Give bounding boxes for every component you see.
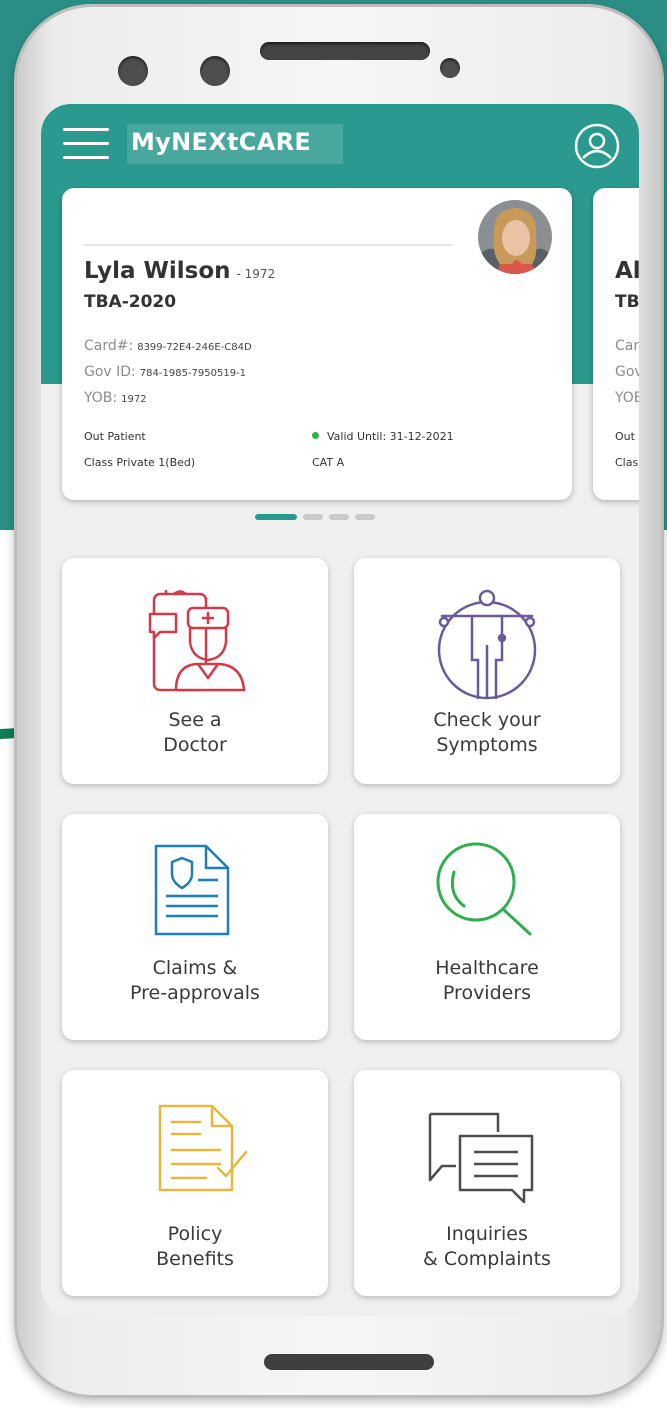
camera-lens — [118, 56, 148, 86]
patient-type: Out Patient — [84, 430, 146, 443]
inquiries-complaints-label: Inquiries & Complaints — [423, 1223, 551, 1270]
inquiries-complaints-tile[interactable]: Inquiries & Complaints — [354, 1070, 620, 1296]
pager-dot[interactable] — [303, 514, 323, 520]
check-symptoms-tile[interactable]: Check your Symptoms — [354, 558, 620, 784]
member-name: Lyla Wilson - 1972 — [84, 258, 276, 284]
member-birth-year: - 1972 — [236, 267, 276, 281]
valid-status-dot — [312, 432, 319, 439]
pager-dot-active[interactable] — [255, 514, 297, 520]
home-indicator — [264, 1354, 434, 1370]
earpiece-speaker — [260, 42, 430, 60]
pager-dot[interactable] — [355, 514, 375, 520]
next-patient-type: Out P — [615, 430, 639, 443]
next-gov-label: Gov — [615, 364, 639, 380]
member-card[interactable]: Lyla Wilson - 1972 TBA-2020 Card#: 8399-72… — [62, 188, 572, 500]
app-title: MyNEXtCARE — [131, 128, 312, 156]
proximity-sensor — [440, 58, 460, 78]
next-yob-label: YOB — [615, 390, 639, 406]
next-member-card[interactable]: Al TBA Car Gov YOB Out P Class — [593, 188, 639, 500]
category-info: CAT A — [312, 456, 345, 469]
card-divider — [84, 244, 452, 246]
check-symptoms-label: Check your Symptoms — [433, 709, 541, 756]
claims-label: Claims & Pre-approvals — [130, 957, 260, 1004]
body-symptoms-icon — [437, 589, 537, 700]
pager-dot[interactable] — [329, 514, 349, 520]
app-screen: MyNEXtCARE Lyla Wilson - 1972 TBA-2020 C… — [41, 104, 639, 1316]
sensor-lens — [200, 56, 230, 86]
next-plan-code: TBA — [615, 292, 639, 312]
healthcare-providers-tile[interactable]: Healthcare Providers — [354, 814, 620, 1040]
menu-icon[interactable] — [63, 126, 109, 160]
healthcare-providers-label: Healthcare Providers — [435, 957, 539, 1004]
gov-id-row: Gov ID: 784-1985-7950519-1 — [84, 364, 247, 380]
next-card-label: Car — [615, 338, 639, 354]
policy-benefits-label: Policy Benefits — [156, 1223, 234, 1270]
class-info: Class Private 1(Bed) — [84, 456, 196, 469]
policy-benefits-tile[interactable]: Policy Benefits — [62, 1070, 328, 1296]
see-doctor-label: See a Doctor — [163, 709, 227, 756]
claims-tile[interactable]: Claims & Pre-approvals — [62, 814, 328, 1040]
phone-frame: MyNEXtCARE Lyla Wilson - 1972 TBA-2020 C… — [14, 4, 664, 1398]
next-class-info: Class — [615, 456, 639, 469]
document-check-icon — [158, 1104, 248, 1192]
chat-bubbles-icon — [428, 1112, 534, 1204]
card-number-row: Card#: 8399-72E4-246E-C84D — [84, 338, 252, 354]
validity-status: Valid Until: 31-12-2021 — [312, 430, 454, 443]
doctor-chat-icon — [148, 590, 246, 692]
shield-document-icon — [154, 844, 230, 936]
user-profile-icon[interactable] — [573, 122, 621, 170]
member-avatar — [478, 200, 552, 274]
plan-code: TBA-2020 — [84, 292, 177, 312]
yob-row: YOB: 1972 — [84, 390, 147, 406]
see-doctor-tile[interactable]: See a Doctor — [62, 558, 328, 784]
next-member-name: Al — [615, 258, 639, 284]
magnifier-search-icon — [436, 842, 532, 936]
